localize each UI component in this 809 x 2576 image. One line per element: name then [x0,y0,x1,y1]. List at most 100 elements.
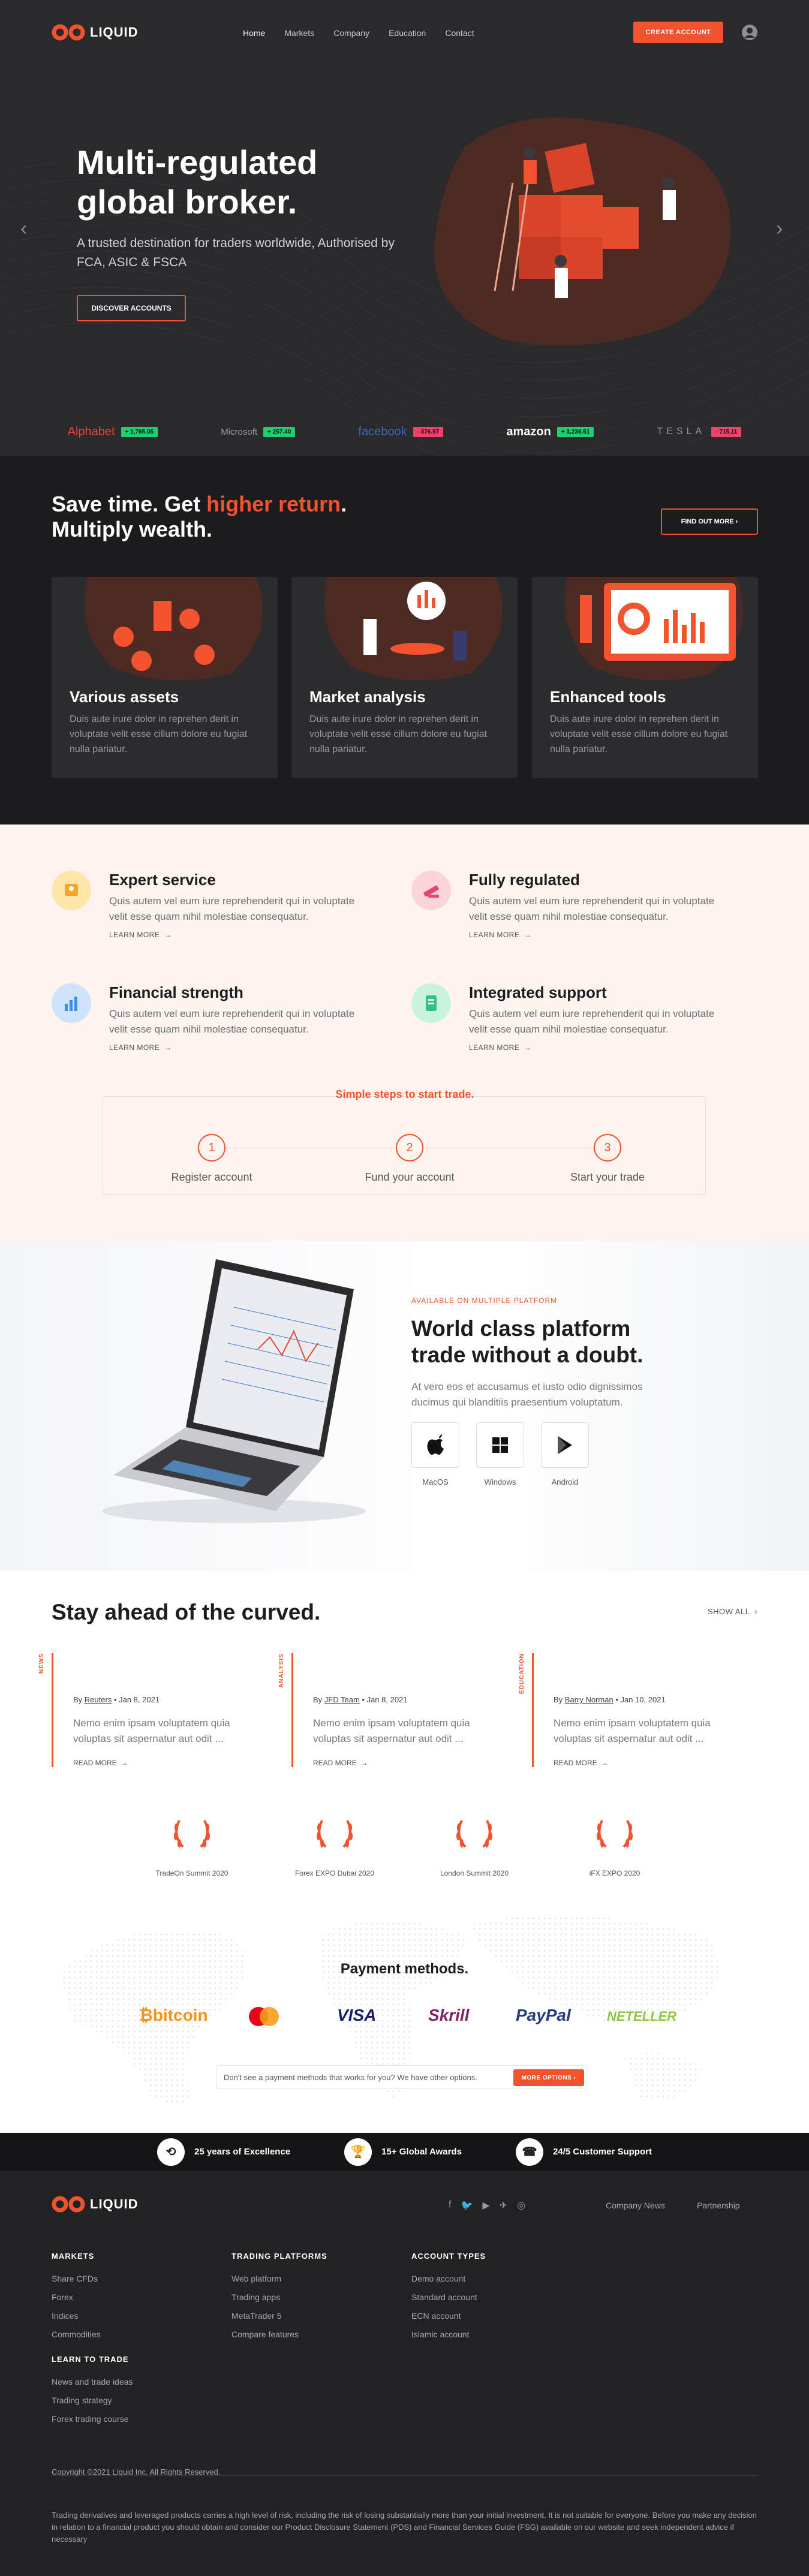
award-subtitle: London Summit 2020 [440,1869,509,1877]
footer-link[interactable]: ECN account [411,2311,486,2321]
footer-link[interactable]: Standard account [411,2292,486,2302]
footer-link[interactable]: Forex trading course [52,2414,133,2424]
telegram-icon[interactable]: ✈ [500,2199,507,2211]
award-title: Best Trading Platform [431,1858,518,1868]
footer-learn-column: LEARN TO TRADE News and trade ideas Trad… [52,2355,133,2433]
footer-heading: ACCOUNT TYPES [411,2252,486,2261]
ticker-item[interactable]: Alphabet + 1,765.05 [68,425,158,439]
news-author[interactable]: Barry Norman [565,1695,613,1704]
nav-link-education[interactable]: Education [389,28,426,38]
feature-card[interactable]: Various assets Duis aute irure dolor in … [52,577,278,778]
brand-logo[interactable]: LIQUID [52,24,139,41]
nav-link-home[interactable]: Home [243,28,265,38]
create-account-button[interactable]: CREATE ACCOUNT [633,22,723,43]
youtube-icon[interactable]: ▶ [482,2199,489,2211]
regulated-icon [411,871,451,910]
footer-link[interactable]: Trading strategy [52,2396,133,2405]
discover-accounts-button[interactable]: DISCOVER ACCOUNTS [77,295,186,321]
footer-link[interactable]: Share CFDs [52,2274,101,2283]
footer-link-partnership[interactable]: Partnership [697,2201,740,2210]
read-more-label: READ MORE [313,1759,357,1767]
footer-link[interactable]: Islamic account [411,2330,486,2339]
integrated-support-icon [411,983,451,1023]
service-text: Quis autem vel eum iure reprehenderit qu… [109,1008,355,1035]
payment-method-name: bitcoin [152,2006,208,2024]
neteller-logo: NETELLER [607,2009,677,2024]
footer-link[interactable]: Web platform [231,2274,327,2283]
news-category: ANALYSIS [278,1653,285,1688]
stat-label: 25 years of Excellence [194,2147,291,2157]
news-author[interactable]: Reuters [85,1695,112,1704]
features-title-highlight: higher return [206,492,341,516]
analysis-illustration [324,577,503,681]
footer-link[interactable]: Indices [52,2311,101,2321]
nav-link-markets[interactable]: Markets [284,28,314,38]
ticker-item[interactable]: TESLA - 715.11 [657,426,742,437]
read-more-link[interactable]: READ MORE → [73,1759,128,1767]
read-more-link[interactable]: READ MORE → [313,1759,368,1767]
mastercard-logo [247,2006,281,2030]
laurel-icon [317,1820,353,1848]
learn-more-label: LEARN MORE [109,1043,160,1052]
learn-more-link[interactable]: LEARN MORE → [469,1043,532,1052]
laurel-icon [174,1820,210,1848]
windows-download-button[interactable] [476,1422,524,1468]
hero-subtitle: A trusted destination for traders worldw… [77,236,395,269]
read-more-label: READ MORE [73,1759,117,1767]
service-title: Fully regulated [469,871,580,889]
feature-card-title: Enhanced tools [550,688,666,706]
step-number: 2 [396,1134,423,1161]
footer-link[interactable]: News and trade ideas [52,2377,133,2387]
laurel-icon [597,1820,633,1848]
footer-logo[interactable]: LIQUID [52,2196,139,2213]
footer-link[interactable]: Demo account [411,2274,486,2283]
carousel-next-icon[interactable]: › [776,217,783,240]
footer-link[interactable]: Commodities [52,2330,101,2339]
carousel-prev-icon[interactable]: ‹ [20,217,27,240]
award-item: Best Trading Platform London Summit 2020 [414,1817,534,1879]
infinity-logo-icon [52,2196,85,2213]
news-headline[interactable]: Wall Street cautious on 'frothy' stocks,… [73,1653,271,1683]
platform-eyebrow: AVAILABLE ON MULTIPLE PLATFORM [411,1296,558,1305]
learn-more-link[interactable]: LEARN MORE → [469,931,532,939]
android-download-button[interactable] [541,1422,589,1468]
feature-card-title: Various assets [70,688,179,706]
ticker-item[interactable]: facebook - 376.97 [358,425,444,439]
news-author[interactable]: JFD Team [324,1695,360,1704]
payments-title: Payment methods. [340,1961,469,1977]
news-headline[interactable]: How Can You Use Volatility to Your Advan… [554,1653,751,1683]
user-account-icon[interactable] [741,24,758,41]
show-all-link[interactable]: SHOW ALL › [708,1607,757,1616]
footer-link[interactable]: Trading apps [231,2292,327,2302]
learn-more-link[interactable]: LEARN MORE → [109,1043,172,1052]
visa-logo: VISA [337,2006,377,2024]
stats-strip: ⟲ 25 years of Excellence 🏆 15+ Global Awar… [0,2133,809,2171]
ticker-name: Alphabet [67,425,115,438]
phone-icon: ☎ [515,2138,543,2166]
macos-download-button[interactable] [411,1422,459,1468]
find-out-more-button[interactable]: FIND OUT MORE › [661,508,758,535]
step-number: 1 [198,1134,225,1161]
steps-title: Simple steps to start trade. [335,1088,474,1100]
brand-name: LIQUID [90,2196,139,2211]
news-headline[interactable]: Will AUD/USD Hit 0.8000 In The Foreseeab… [313,1653,511,1683]
ticker-item[interactable]: amazon + 3,236.51 [506,425,594,439]
nav-link-company[interactable]: Company [333,28,369,38]
nav-link-contact[interactable]: Contact [445,28,474,38]
footer-link[interactable]: Forex [52,2292,101,2302]
footer-accounts-column: ACCOUNT TYPES Demo account Standard acco… [411,2252,486,2348]
ticker-item[interactable]: Microsoft + 257.40 [221,426,296,437]
service-text: Quis autem vel eum iure reprehenderit qu… [469,1008,715,1035]
facebook-icon[interactable]: f [449,2199,451,2211]
feature-card[interactable]: Market analysis Duis aute irure dolor in… [291,577,518,778]
instagram-icon[interactable]: ◎ [517,2199,525,2211]
read-more-link[interactable]: READ MORE → [554,1759,608,1767]
more-options-button[interactable]: MORE OPTIONS › [513,2069,584,2086]
footer-link-news[interactable]: Company News [606,2201,665,2210]
learn-more-link[interactable]: LEARN MORE → [109,931,172,939]
more-options-label: MORE OPTIONS [521,2074,572,2081]
feature-card[interactable]: Enhanced tools Duis aute irure dolor in … [532,577,758,778]
twitter-icon[interactable]: 🐦 [461,2199,473,2211]
footer-link[interactable]: MetaTrader 5 [231,2311,327,2321]
footer-link[interactable]: Compare features [231,2330,327,2339]
